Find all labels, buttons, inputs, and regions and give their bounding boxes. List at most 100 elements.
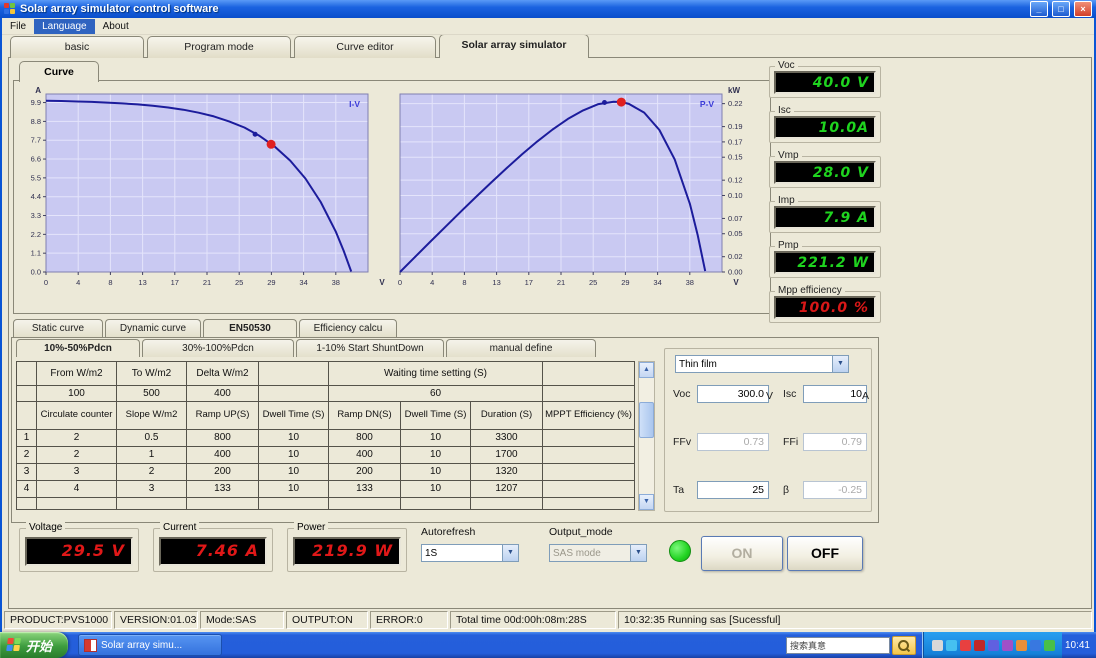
- table-row: 3 3 2 200 10 200 10 1320: [16, 463, 635, 481]
- menu-about[interactable]: About: [95, 19, 137, 34]
- minimize-button[interactable]: _: [1030, 1, 1048, 17]
- chat-icon[interactable]: [1001, 639, 1013, 651]
- y-tick-label: 0.02: [728, 252, 743, 261]
- chevron-down-icon[interactable]: ▼: [832, 356, 848, 372]
- table-cell[interactable]: 10: [258, 429, 329, 447]
- subtab-1-10-start-shuntdown[interactable]: 1-10% Start ShuntDown: [296, 339, 444, 357]
- table-cell[interactable]: 4: [36, 480, 117, 498]
- table-cell[interactable]: 400: [186, 446, 259, 464]
- voc-field[interactable]: [697, 385, 769, 403]
- iv-curve-chart: I-V 9.9 8.8 7.7 6.6 5.5 4.4 3.3 2.2 1.1 0.0 A 0 4 8 13 1…: [31, 86, 386, 287]
- β-field[interactable]: [803, 481, 867, 499]
- ta-field[interactable]: [697, 481, 769, 499]
- ffv-field[interactable]: [697, 433, 769, 451]
- update-icon[interactable]: [987, 639, 999, 651]
- tab-basic[interactable]: basic: [10, 36, 144, 58]
- messenger-icon[interactable]: [959, 639, 971, 651]
- tab-curve[interactable]: Curve: [19, 61, 99, 82]
- table-cell[interactable]: 10: [400, 446, 471, 464]
- scroll-thumb[interactable]: [639, 402, 654, 438]
- header-cell: To W/m2: [116, 361, 187, 386]
- table-cell[interactable]: 4: [16, 480, 37, 498]
- voltage-meter-label: Voltage: [26, 522, 66, 533]
- table-cell[interactable]: 2: [116, 463, 187, 481]
- table-cell[interactable]: 3300: [470, 429, 543, 447]
- pv-technology-select[interactable]: Thin film ▼: [675, 355, 849, 373]
- table-cell[interactable]: [542, 480, 635, 498]
- table-cell[interactable]: [542, 429, 635, 447]
- table-cell[interactable]: [542, 463, 635, 481]
- table-cell[interactable]: 200: [328, 463, 401, 481]
- y-tick-label: 4.4: [31, 192, 41, 201]
- table-cell[interactable]: 800: [186, 429, 259, 447]
- table-cell[interactable]: 10: [400, 429, 471, 447]
- table-cell[interactable]: 400: [328, 446, 401, 464]
- menu-language[interactable]: Language: [34, 18, 95, 34]
- table-cell[interactable]: 1: [116, 446, 187, 464]
- network-icon[interactable]: [931, 639, 943, 651]
- table-cell[interactable]: 800: [328, 429, 401, 447]
- tab-solar-array-simulator[interactable]: Solar array simulator: [439, 34, 589, 58]
- input-method-icon[interactable]: [1015, 639, 1027, 651]
- chevron-down-icon[interactable]: ▼: [630, 545, 646, 561]
- x-tick-label: 13: [138, 278, 146, 287]
- tab-efficiency-calcu[interactable]: Efficiency calcu: [299, 319, 397, 337]
- status-segment-6: 10:32:35 Running sas [Sucessful]: [618, 611, 1092, 629]
- table-cell[interactable]: 10: [258, 463, 329, 481]
- table-cell[interactable]: 2: [36, 429, 117, 447]
- autorefresh-value: 1S: [425, 547, 438, 559]
- security-icon[interactable]: [1043, 639, 1055, 651]
- scroll-up-button[interactable]: ▲: [639, 362, 654, 378]
- menu-file[interactable]: File: [2, 19, 34, 34]
- table-cell[interactable]: 1320: [470, 463, 543, 481]
- table-cell[interactable]: 2: [16, 446, 37, 464]
- tab-program-mode[interactable]: Program mode: [147, 36, 291, 58]
- table-cell[interactable]: 10: [258, 480, 329, 498]
- isc-field[interactable]: [803, 385, 867, 403]
- shield-icon[interactable]: [1029, 639, 1041, 651]
- table-cell[interactable]: 1700: [470, 446, 543, 464]
- taskbar-item-solar-array[interactable]: Solar array simu...: [78, 634, 223, 656]
- ffi-field[interactable]: [803, 433, 867, 451]
- tab-curve-editor[interactable]: Curve editor: [294, 36, 436, 58]
- tab-en50530[interactable]: EN50530: [203, 319, 297, 337]
- search-button[interactable]: [891, 635, 916, 655]
- header-cell: Dwell Time (S): [258, 401, 329, 430]
- scroll-down-button[interactable]: ▼: [639, 494, 654, 510]
- table-cell[interactable]: 133: [328, 480, 401, 498]
- table-cell[interactable]: 2: [36, 446, 117, 464]
- taskbar-search-input[interactable]: [785, 636, 890, 654]
- off-button[interactable]: OFF: [787, 536, 863, 571]
- subtab-10--50-pdcn[interactable]: 10%-50%Pdcn: [16, 339, 140, 357]
- table-cell[interactable]: 133: [186, 480, 259, 498]
- table-cell[interactable]: 10: [258, 446, 329, 464]
- header-cell: Duration (S): [470, 401, 543, 430]
- table-cell[interactable]: 1: [16, 429, 37, 447]
- table-cell[interactable]: 200: [186, 463, 259, 481]
- maximize-button[interactable]: □: [1052, 1, 1070, 17]
- subtab-30--100-pdcn[interactable]: 30%-100%Pdcn: [142, 339, 294, 357]
- table-cell[interactable]: 3: [16, 463, 37, 481]
- tab-static-curve[interactable]: Static curve: [13, 319, 103, 337]
- volume-icon[interactable]: [945, 639, 957, 651]
- output-mode-select[interactable]: SAS mode ▼: [549, 544, 647, 562]
- on-button[interactable]: ON: [701, 536, 783, 571]
- table-cell[interactable]: [542, 446, 635, 464]
- close-button[interactable]: ×: [1074, 1, 1092, 17]
- table-cell[interactable]: 0.5: [116, 429, 187, 447]
- x-tick-label: 29: [267, 278, 275, 287]
- table-cell[interactable]: 3: [116, 480, 187, 498]
- table-cell[interactable]: 10: [400, 463, 471, 481]
- chevron-down-icon[interactable]: ▼: [502, 545, 518, 561]
- table-cell[interactable]: 3: [36, 463, 117, 481]
- subtab-manual-define[interactable]: manual define: [446, 339, 596, 357]
- current-meter-value: 7.46 A: [159, 537, 267, 566]
- autorefresh-select[interactable]: 1S ▼: [421, 544, 519, 562]
- table-scrollbar[interactable]: ▲ ▼: [638, 361, 655, 511]
- table-cell[interactable]: 1207: [470, 480, 543, 498]
- start-button[interactable]: 开始: [0, 632, 69, 658]
- antivirus-icon[interactable]: [973, 639, 985, 651]
- tab-dynamic-curve[interactable]: Dynamic curve: [105, 319, 201, 337]
- table-cell[interactable]: 10: [400, 480, 471, 498]
- table-cell: [258, 497, 329, 510]
